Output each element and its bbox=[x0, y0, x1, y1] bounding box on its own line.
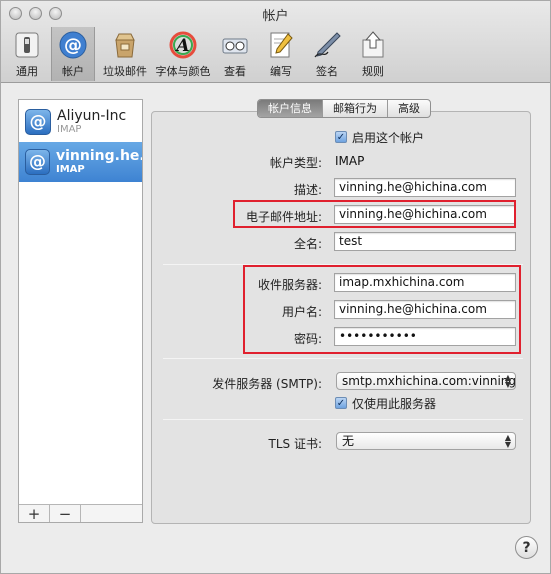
at-icon: @ bbox=[25, 109, 51, 135]
tls-label: TLS 证书: bbox=[268, 437, 323, 451]
tab-mailbox-behaviors[interactable]: 邮箱行为 bbox=[323, 100, 388, 117]
toolbar-fonts-colors[interactable]: A 字体与颜色 bbox=[155, 27, 211, 81]
svg-text:@: @ bbox=[64, 35, 82, 56]
account-type: IMAP bbox=[56, 164, 85, 175]
account-name: Aliyun-Inc bbox=[57, 108, 127, 124]
junk-bag-icon bbox=[110, 30, 140, 60]
up-down-arrows-icon: ▲ ▼ bbox=[504, 433, 511, 449]
account-type: IMAP bbox=[57, 124, 82, 135]
help-button[interactable]: ? bbox=[515, 536, 538, 559]
toolbar-accounts[interactable]: @ 帐户 bbox=[51, 27, 95, 81]
tls-popup-value: 无 bbox=[342, 434, 355, 448]
svg-text:A: A bbox=[174, 36, 189, 56]
toolbar-rules-label: 规则 bbox=[362, 65, 384, 78]
at-icon: @ bbox=[58, 30, 88, 60]
fullname-field[interactable]: test bbox=[334, 232, 516, 251]
toolbar-view-label: 查看 bbox=[224, 65, 246, 78]
preferences-window: 帐户 通用 @ 帐户 垃圾邮件 A 字体与颜色 查看 编写 签名 规则 @ Al… bbox=[0, 0, 551, 574]
font-color-icon: A bbox=[168, 30, 198, 60]
account-list: @ Aliyun-Inc IMAP @ vinning.he... IMAP +… bbox=[18, 99, 143, 523]
toolbar-view[interactable]: 查看 bbox=[213, 27, 257, 81]
toolbar-rules[interactable]: 规则 bbox=[351, 27, 395, 81]
remove-account-button[interactable]: − bbox=[50, 505, 81, 523]
section-divider bbox=[163, 358, 523, 359]
account-item[interactable]: @ Aliyun-Inc IMAP bbox=[19, 102, 142, 142]
toolbar-junk[interactable]: 垃圾邮件 bbox=[97, 27, 153, 81]
tab-account-info[interactable]: 帐户信息 bbox=[258, 100, 323, 117]
description-label: 描述: bbox=[293, 183, 322, 197]
toolbar-compose[interactable]: 编写 bbox=[259, 27, 303, 81]
smtp-popup-value: smtp.mxhichina.com:vinning. bbox=[342, 374, 516, 388]
only-use-server-checkbox[interactable]: ✓ bbox=[335, 397, 347, 409]
server-credentials-highlight-box bbox=[243, 265, 521, 354]
toolbar-compose-label: 编写 bbox=[270, 65, 292, 78]
toolbar-general-label: 通用 bbox=[16, 65, 38, 78]
switch-icon bbox=[12, 30, 42, 60]
account-item[interactable]: @ vinning.he... IMAP bbox=[19, 142, 142, 182]
account-type-label: 帐户类型: bbox=[269, 156, 322, 170]
toolbar-signatures-label: 签名 bbox=[316, 65, 338, 78]
account-list-footer: + − bbox=[19, 504, 142, 523]
toolbar-accounts-label: 帐户 bbox=[62, 65, 84, 78]
rules-arrow-icon bbox=[358, 30, 388, 60]
only-use-server-label: 仅使用此服务器 bbox=[352, 397, 437, 411]
tab-advanced[interactable]: 高级 bbox=[388, 100, 430, 117]
smtp-label: 发件服务器 (SMTP): bbox=[212, 377, 322, 391]
toolbar-junk-label: 垃圾邮件 bbox=[103, 65, 147, 78]
signature-pen-icon bbox=[312, 30, 342, 60]
glasses-icon bbox=[220, 30, 250, 60]
toolbar-general[interactable]: 通用 bbox=[5, 27, 49, 81]
toolbar-signatures[interactable]: 签名 bbox=[305, 27, 349, 81]
up-down-arrows-icon: ▲ ▼ bbox=[504, 373, 511, 389]
tab-bar: 帐户信息 邮箱行为 高级 bbox=[257, 99, 431, 118]
at-icon: @ bbox=[25, 149, 50, 175]
description-field[interactable]: vinning.he@hichina.com bbox=[334, 178, 516, 197]
smtp-popup[interactable]: smtp.mxhichina.com:vinning. ▲ ▼ bbox=[336, 372, 516, 390]
toolbar: 通用 @ 帐户 垃圾邮件 A 字体与颜色 查看 编写 签名 规则 bbox=[5, 27, 397, 81]
pencil-note-icon bbox=[266, 30, 296, 60]
account-type-value: IMAP bbox=[335, 154, 365, 168]
fullname-label: 全名: bbox=[293, 237, 322, 251]
email-highlight-box bbox=[233, 200, 516, 228]
account-name: vinning.he... bbox=[56, 148, 142, 164]
window-title: 帐户 bbox=[262, 9, 289, 24]
add-account-button[interactable]: + bbox=[19, 505, 50, 523]
enable-account-checkbox[interactable]: ✓ bbox=[335, 131, 347, 143]
section-divider bbox=[163, 419, 523, 420]
tls-popup[interactable]: 无 ▲ ▼ bbox=[336, 432, 516, 450]
toolbar-fonts-colors-label: 字体与颜色 bbox=[155, 65, 211, 78]
enable-account-label: 启用这个帐户 bbox=[352, 131, 425, 145]
title-bar: 帐户 通用 @ 帐户 垃圾邮件 A 字体与颜色 查看 编写 签名 规则 bbox=[1, 1, 550, 83]
